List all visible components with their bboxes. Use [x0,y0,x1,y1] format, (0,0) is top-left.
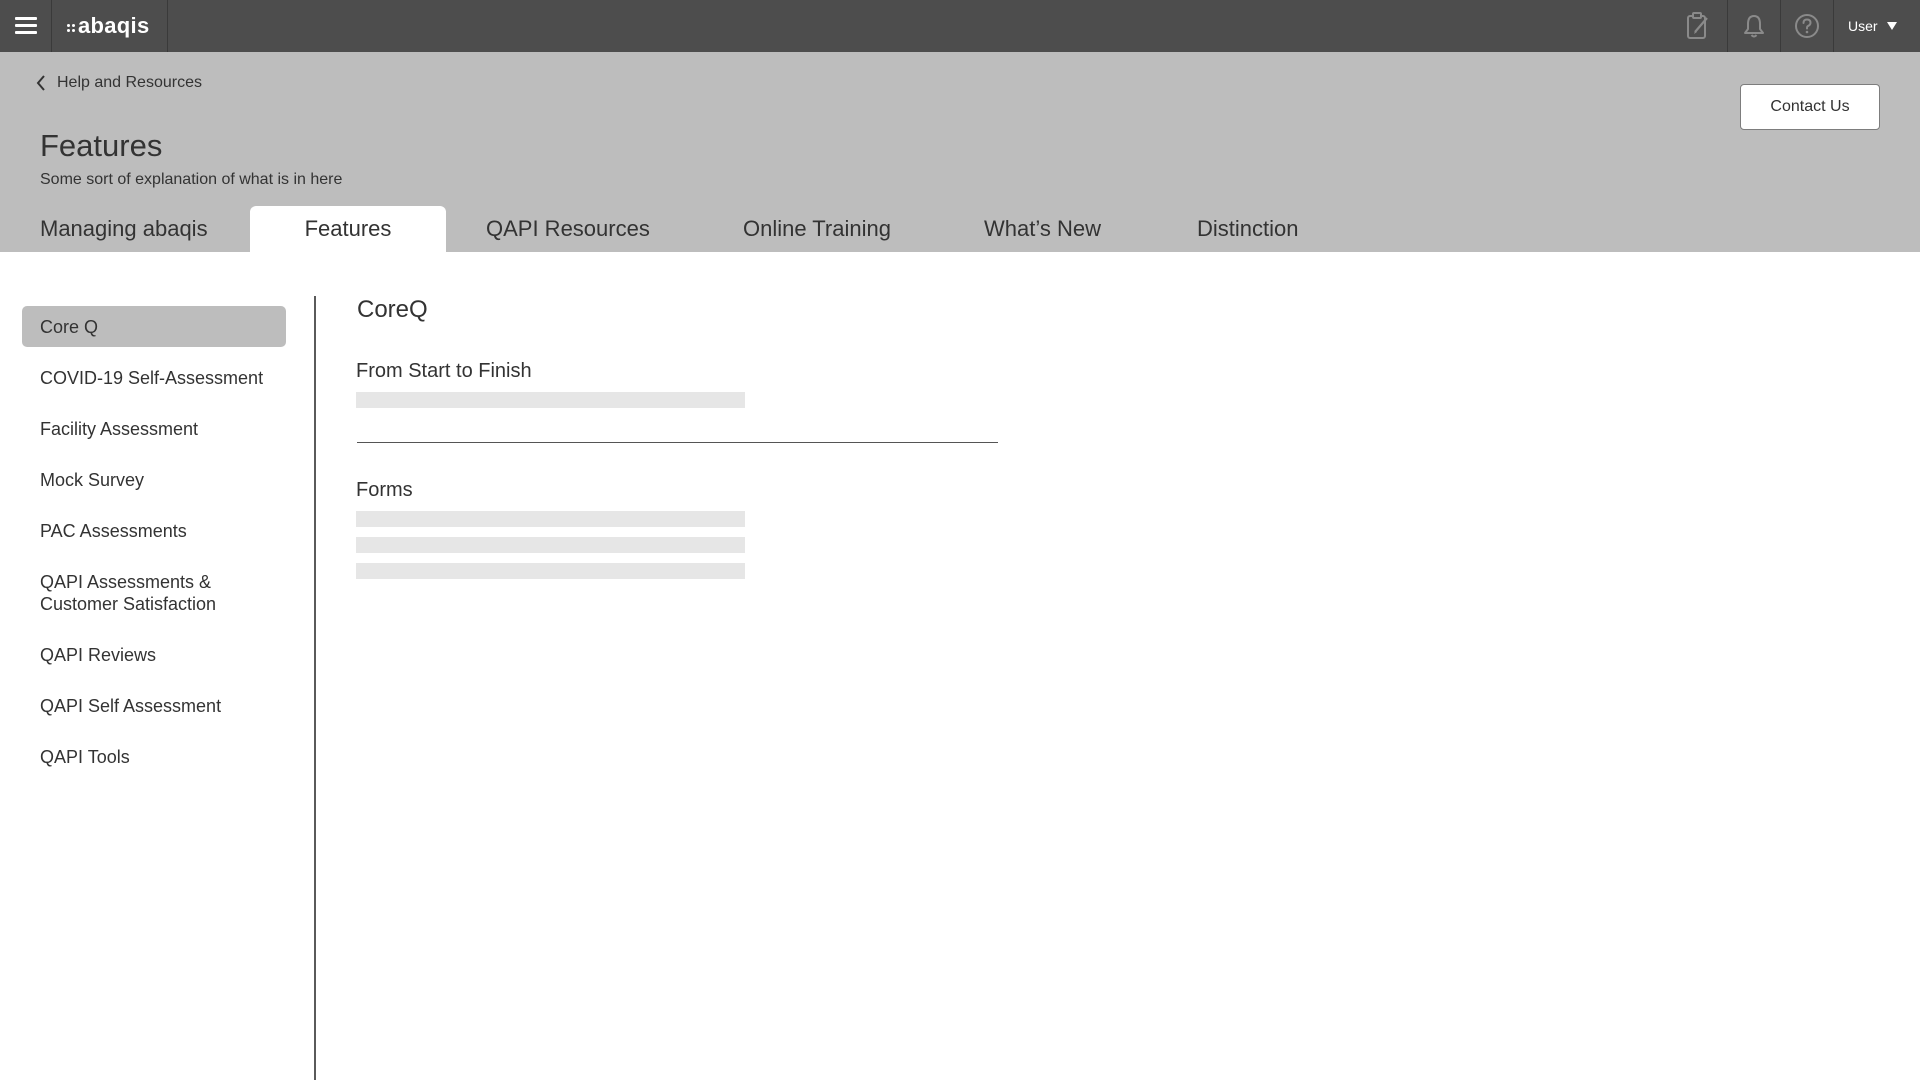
content-title: CoreQ [357,296,428,323]
tab-distinction[interactable]: Distinction [1197,206,1298,252]
user-label: User [1848,18,1878,34]
brand-logo[interactable]: abaqis [52,0,168,52]
tab-online-training[interactable]: Online Training [743,206,891,252]
section-heading-forms: Forms [356,479,413,501]
page-title: Features [40,128,163,163]
placeholder-line [356,537,745,553]
page-header: Help and Resources Features Some sort of… [0,52,1920,252]
section-divider [357,442,998,443]
logo-mark-icon [67,24,75,32]
sidebar-item-qapi-tools[interactable]: QAPI Tools [22,746,286,768]
back-link[interactable]: Help and Resources [36,74,202,92]
user-menu[interactable]: User [1833,0,1920,52]
tab-qapi-resources[interactable]: QAPI Resources [486,206,650,252]
sidebar-item-mock-survey[interactable]: Mock Survey [22,469,286,491]
tab-whats-new[interactable]: What’s New [984,206,1101,252]
placeholder-line [356,563,745,579]
placeholder-line [356,511,745,527]
sidebar-item-qapi-self-assessment[interactable]: QAPI Self Assessment [22,695,286,717]
sidebar-item-covid-19-self-assessment[interactable]: COVID-19 Self-Assessment [22,367,286,389]
caret-down-icon [1886,22,1897,30]
sidebar-item-pac-assessments[interactable]: PAC Assessments [22,520,286,542]
back-link-label: Help and Resources [57,74,202,91]
section-heading-start-to-finish: From Start to Finish [356,360,532,382]
placeholder-line [356,392,745,408]
help-icon[interactable] [1780,0,1832,52]
sidebar-item-qapi-assessments[interactable]: QAPI Assessments & Customer Satisfaction [22,571,262,615]
clipboard-icon[interactable] [1672,0,1724,52]
page-subtitle: Some sort of explanation of what is in h… [40,171,343,188]
bell-icon[interactable] [1727,0,1779,52]
sidebar-item-core-q[interactable]: Core Q [22,306,286,347]
top-bar: abaqis User [0,0,1920,52]
tab-features[interactable]: Features [250,206,446,252]
menu-icon[interactable] [0,0,52,52]
tab-managing-abaqis[interactable]: Managing abaqis [40,206,208,252]
chevron-left-icon [36,75,45,91]
sidebar-item-qapi-reviews[interactable]: QAPI Reviews [22,644,286,666]
sidebar-divider [314,296,316,1080]
brand-wordmark: abaqis [78,13,150,38]
contact-us-button[interactable]: Contact Us [1740,84,1880,130]
sidebar-item-facility-assessment[interactable]: Facility Assessment [22,418,286,440]
